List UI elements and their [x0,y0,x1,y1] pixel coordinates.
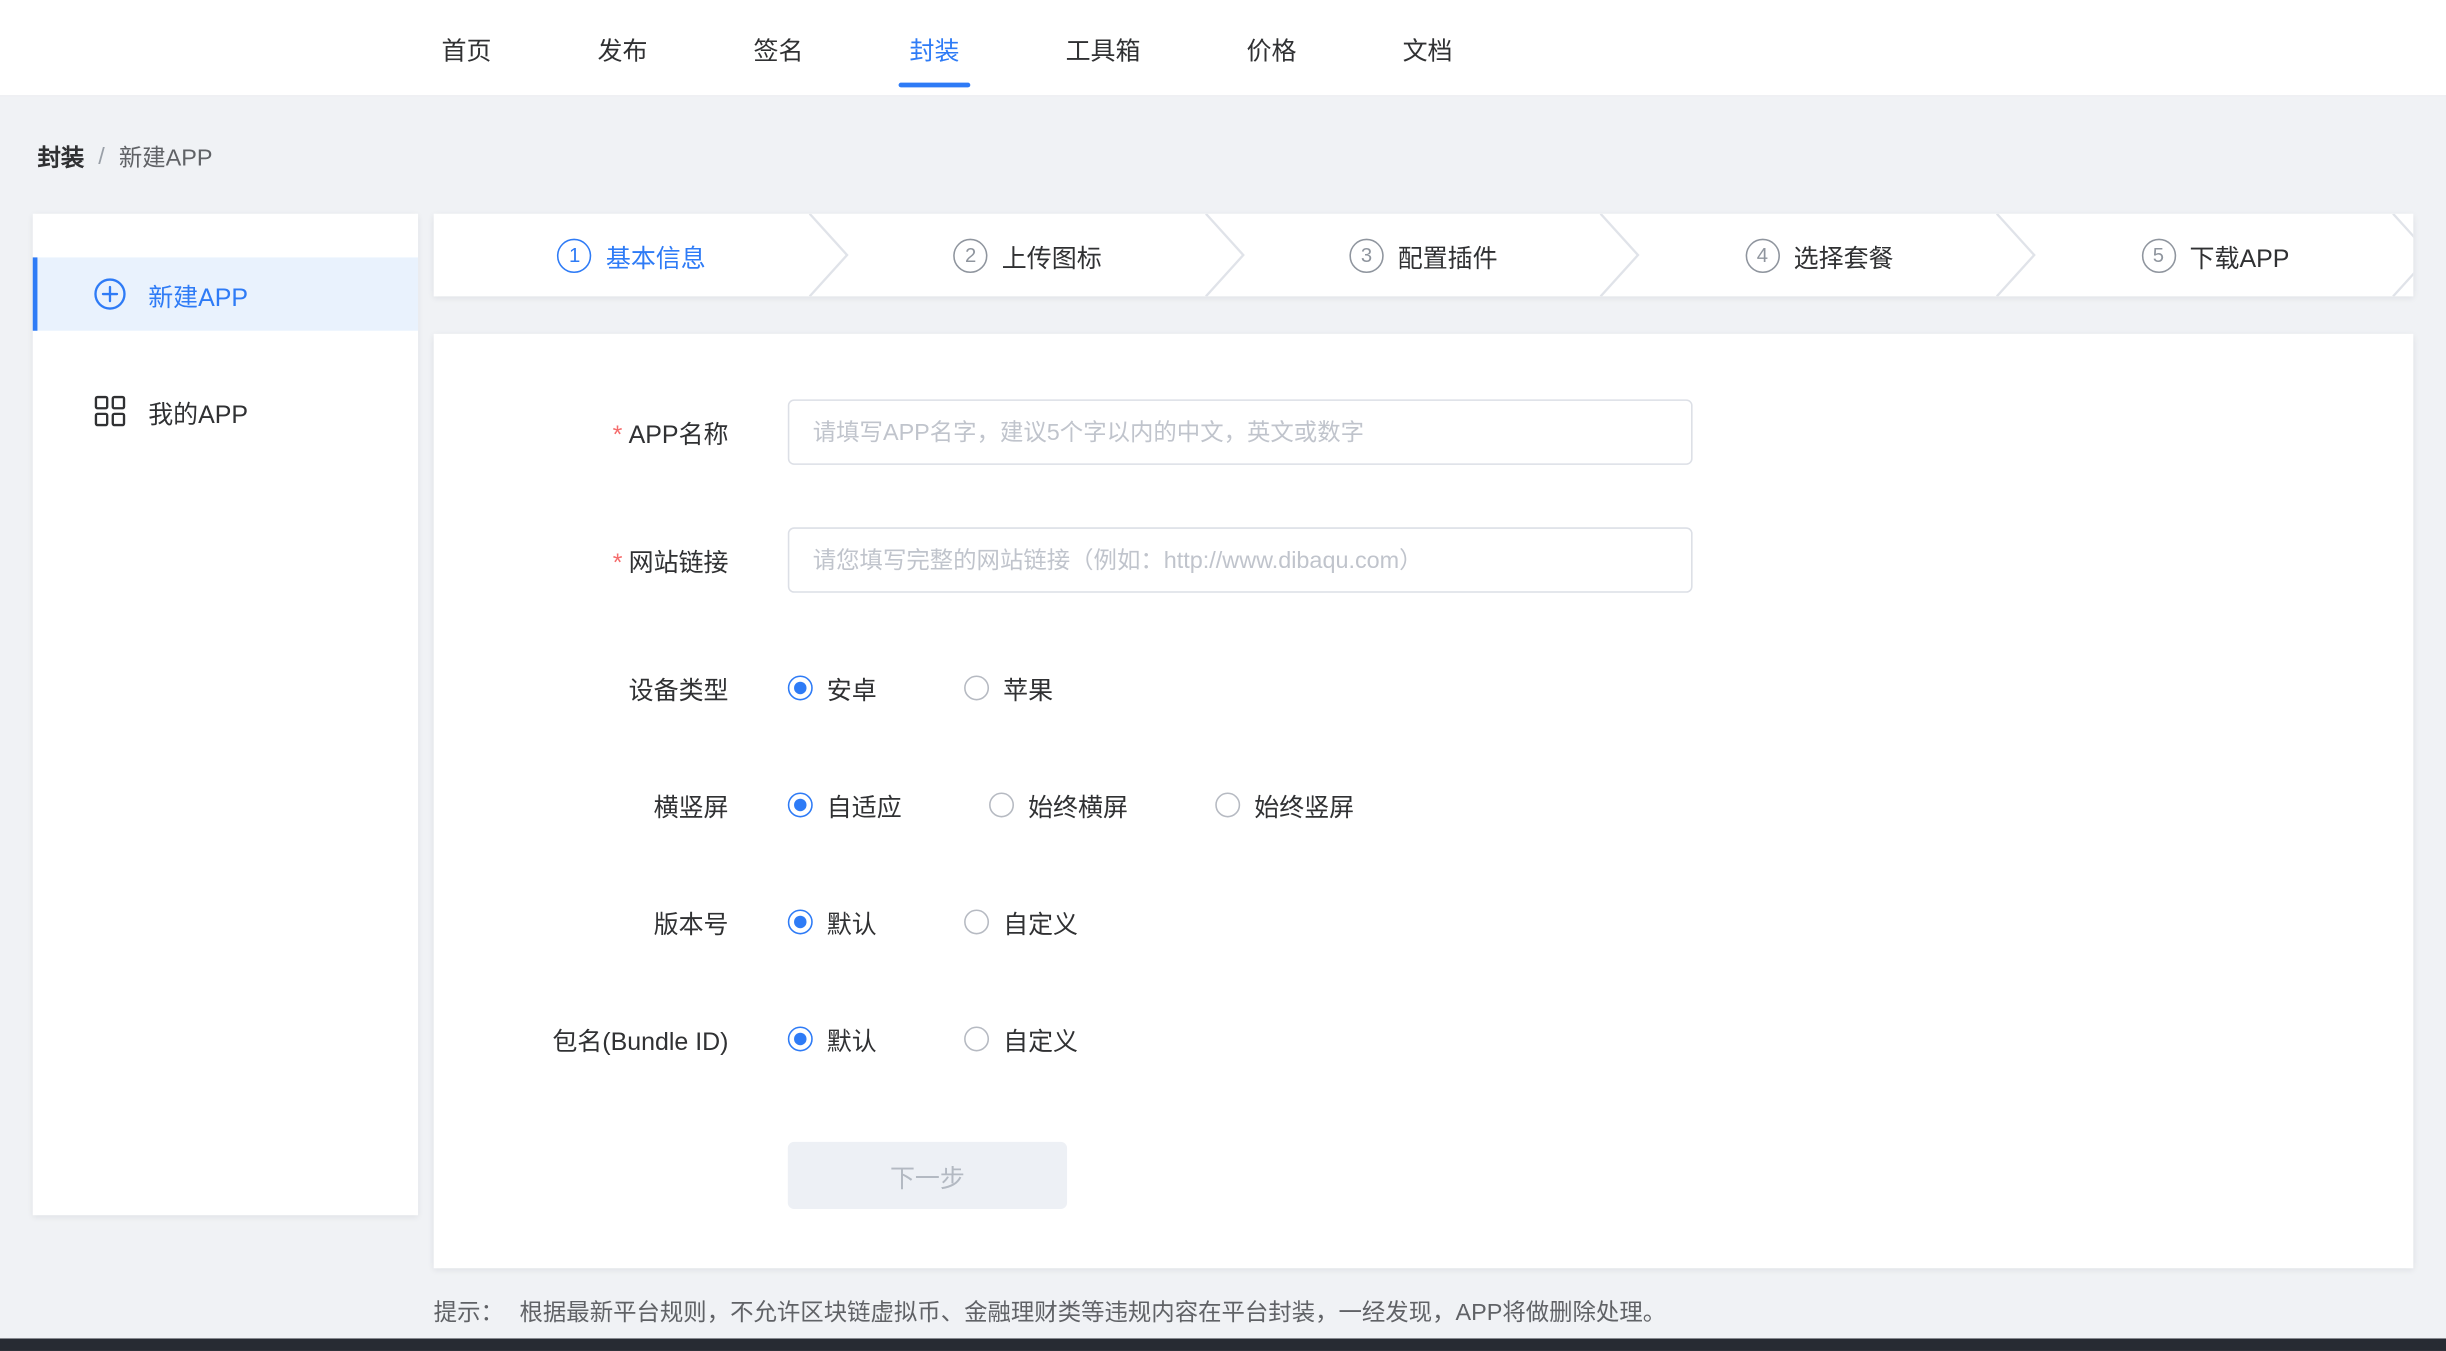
radio-label: 苹果 [1003,669,1053,706]
radio-selected-icon [788,792,813,817]
radio-label: 始终横屏 [1028,786,1128,823]
breadcrumb-separator: / [98,144,105,171]
hint-body: 根据最新平台规则，不允许区块链虚拟币、金融理财类等违规内容在平台封装，一经发现，… [520,1295,1667,1328]
step-arrow-icon [2391,214,2413,297]
step-label: 配置插件 [1398,236,1498,273]
steps-bar: 1 基本信息 2 上传图标 3 配置插件 4 选择套餐 [434,214,2414,297]
breadcrumb: 封装 / 新建APP [0,97,2446,173]
step-label: 基本信息 [606,236,706,273]
app-name-label: *APP名称 [434,413,729,450]
step-number: 2 [953,238,987,272]
site-url-input[interactable] [788,527,1693,593]
sidebar-item-new-app[interactable]: 新建APP [33,257,418,330]
form-row-orientation: 横竖屏 自适应 始终横屏 始终竖屏 [434,786,2414,823]
nav-item-home[interactable]: 首页 [441,29,491,66]
device-type-radio-group: 安卓 苹果 [788,669,1141,706]
version-radio-group: 默认 自定义 [788,903,1166,940]
step-number: 5 [2141,238,2175,272]
radio-label: 默认 [827,1020,877,1057]
page: 首页 发布 签名 封装 工具箱 价格 文档 封装 / 新建APP 新建APP [0,0,2446,1351]
version-label: 版本号 [434,903,729,940]
radio-label: 默认 [827,903,877,940]
radio-selected-icon [788,1026,813,1051]
field-label-text: 版本号 [654,913,729,940]
top-nav: 首页 发布 签名 封装 工具箱 价格 文档 [0,0,2446,97]
sidebar: 新建APP 我的APP [33,214,418,1216]
radio-label: 自适应 [827,786,902,823]
form-row-device-type: 设备类型 安卓 苹果 [434,669,2414,706]
radio-always-landscape[interactable]: 始终横屏 [989,786,1128,823]
sidebar-item-label: 我的APP [148,392,248,429]
required-asterisk: * [613,551,623,578]
breadcrumb-root[interactable]: 封装 [37,140,84,173]
nav-item-sign[interactable]: 签名 [754,29,804,66]
step-label: 上传图标 [1002,236,1102,273]
radio-android[interactable]: 安卓 [788,669,877,706]
radio-always-portrait[interactable]: 始终竖屏 [1215,786,1354,823]
step-label: 选择套餐 [1794,236,1894,273]
form-row-version: 版本号 默认 自定义 [434,903,2414,940]
form-row-bundle-id: 包名(Bundle ID) 默认 自定义 [434,1020,2414,1057]
content-layout: 新建APP 我的APP 1 基本信息 2 [0,214,2446,1328]
field-label-text: APP名称 [629,423,729,450]
form-row-site-url: *网站链接 [434,527,2414,593]
field-label-text: 包名(Bundle ID) [552,1030,728,1057]
sidebar-item-my-app[interactable]: 我的APP [33,374,418,447]
field-label-text: 设备类型 [629,679,729,706]
radio-unselected-icon [964,675,989,700]
breadcrumb-current: 新建APP [119,140,213,173]
step-basic-info: 1 基本信息 [434,214,830,297]
nav-item-docs[interactable]: 文档 [1403,29,1453,66]
radio-selected-icon [788,675,813,700]
form-row-app-name: *APP名称 [434,399,2414,465]
radio-label: 自定义 [1003,1020,1078,1057]
orientation-radio-group: 自适应 始终横屏 始终竖屏 [788,786,1442,823]
required-asterisk: * [613,423,623,450]
sidebar-item-label: 新建APP [148,275,248,312]
nav-item-toolbox[interactable]: 工具箱 [1066,29,1141,66]
step-upload-icon: 2 上传图标 [830,214,1226,297]
radio-bundle-default[interactable]: 默认 [788,1020,877,1057]
plus-circle-icon [94,278,127,311]
orientation-label: 横竖屏 [434,786,729,823]
radio-label: 始终竖屏 [1254,786,1354,823]
radio-ios[interactable]: 苹果 [964,669,1053,706]
form-actions: 下一步 [788,1142,2414,1209]
radio-bundle-custom[interactable]: 自定义 [964,1020,1078,1057]
step-label: 下载APP [2190,236,2290,273]
nav-item-pricing[interactable]: 价格 [1247,29,1297,66]
step-number: 3 [1349,238,1383,272]
step-download-app: 5 下载APP [2017,214,2413,297]
bundle-id-label: 包名(Bundle ID) [434,1020,729,1057]
next-step-button[interactable]: 下一步 [788,1142,1067,1209]
step-select-plan: 4 选择套餐 [1621,214,2017,297]
radio-version-default[interactable]: 默认 [788,903,877,940]
field-label-text: 横竖屏 [654,796,729,823]
radio-selected-icon [788,909,813,934]
nav-item-publish[interactable]: 发布 [598,29,648,66]
site-url-label: *网站链接 [434,541,729,578]
bundle-id-radio-group: 默认 自定义 [788,1020,1166,1057]
step-number: 1 [558,238,592,272]
radio-label: 安卓 [827,669,877,706]
radio-adaptive[interactable]: 自适应 [788,786,902,823]
radio-unselected-icon [964,909,989,934]
hint-text: 提示： 根据最新平台规则，不允许区块链虚拟币、金融理财类等违规内容在平台封装，一… [434,1295,2414,1328]
main-panel: 1 基本信息 2 上传图标 3 配置插件 4 选择套餐 [434,214,2414,1328]
form-card: *APP名称 *网站链接 设备类型 [434,334,2414,1268]
radio-unselected-icon [964,1026,989,1051]
radio-unselected-icon [1215,792,1240,817]
footer-strip [0,1338,2446,1350]
device-type-label: 设备类型 [434,669,729,706]
radio-label: 自定义 [1003,903,1078,940]
radio-version-custom[interactable]: 自定义 [964,903,1078,940]
step-configure-plugins: 3 配置插件 [1226,214,1622,297]
nav-item-package[interactable]: 封装 [910,29,960,66]
step-number: 4 [1745,238,1779,272]
hint-prefix: 提示： [434,1295,504,1328]
grid-icon [94,395,127,428]
app-name-input[interactable] [788,399,1693,465]
field-label-text: 网站链接 [629,551,729,578]
radio-unselected-icon [989,792,1014,817]
